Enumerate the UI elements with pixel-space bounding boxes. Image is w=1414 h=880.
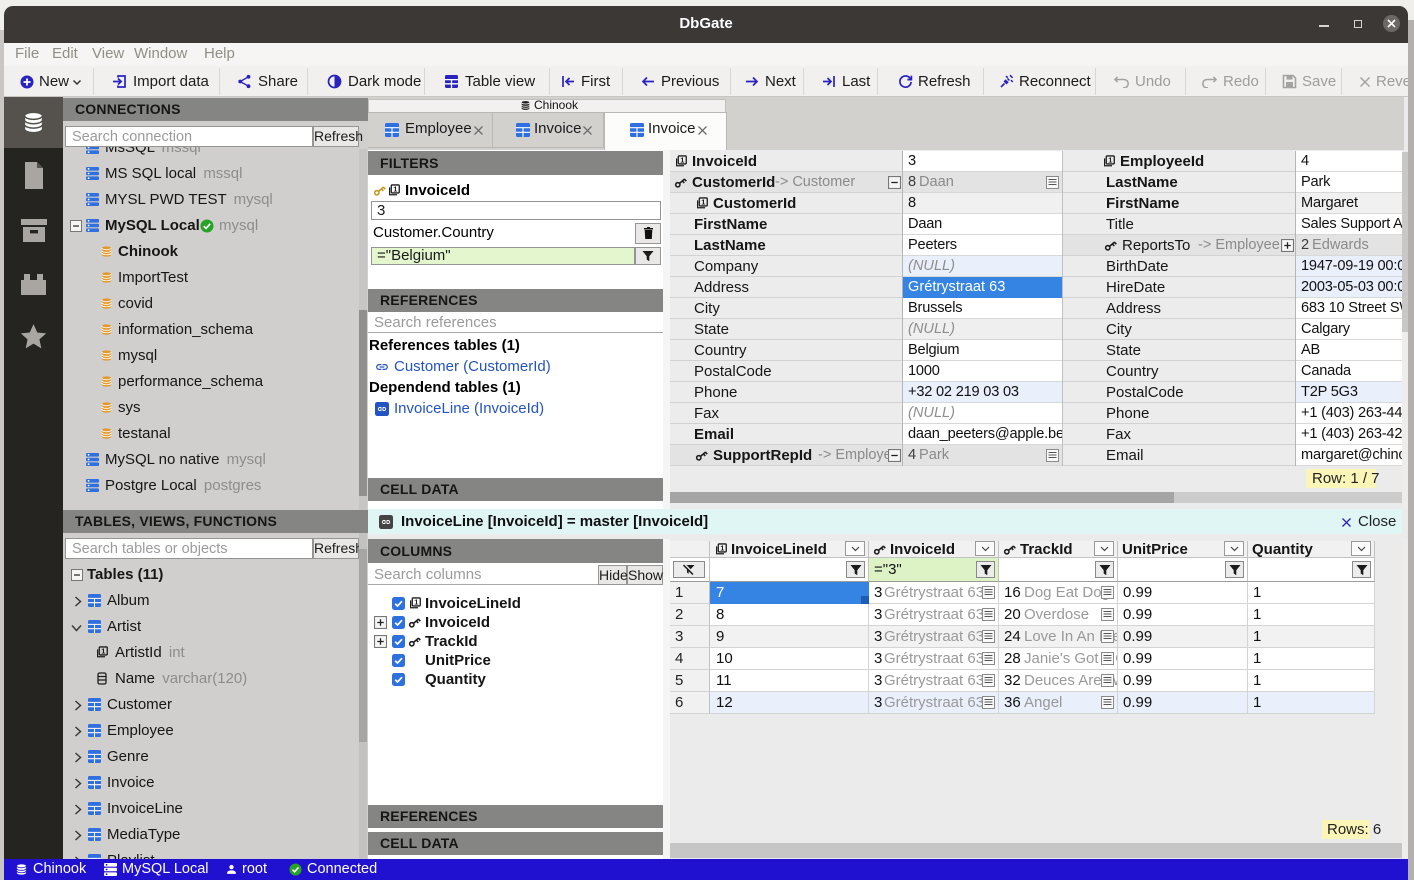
svg-text:1: 1 [1108,156,1112,165]
svg-text:1: 1 [393,185,397,194]
svg-text:1: 1 [414,598,418,607]
svg-text:1: 1 [101,647,105,656]
svg-text:1: 1 [720,544,724,553]
svg-text:1: 1 [680,156,684,165]
svg-text:1: 1 [701,198,705,207]
